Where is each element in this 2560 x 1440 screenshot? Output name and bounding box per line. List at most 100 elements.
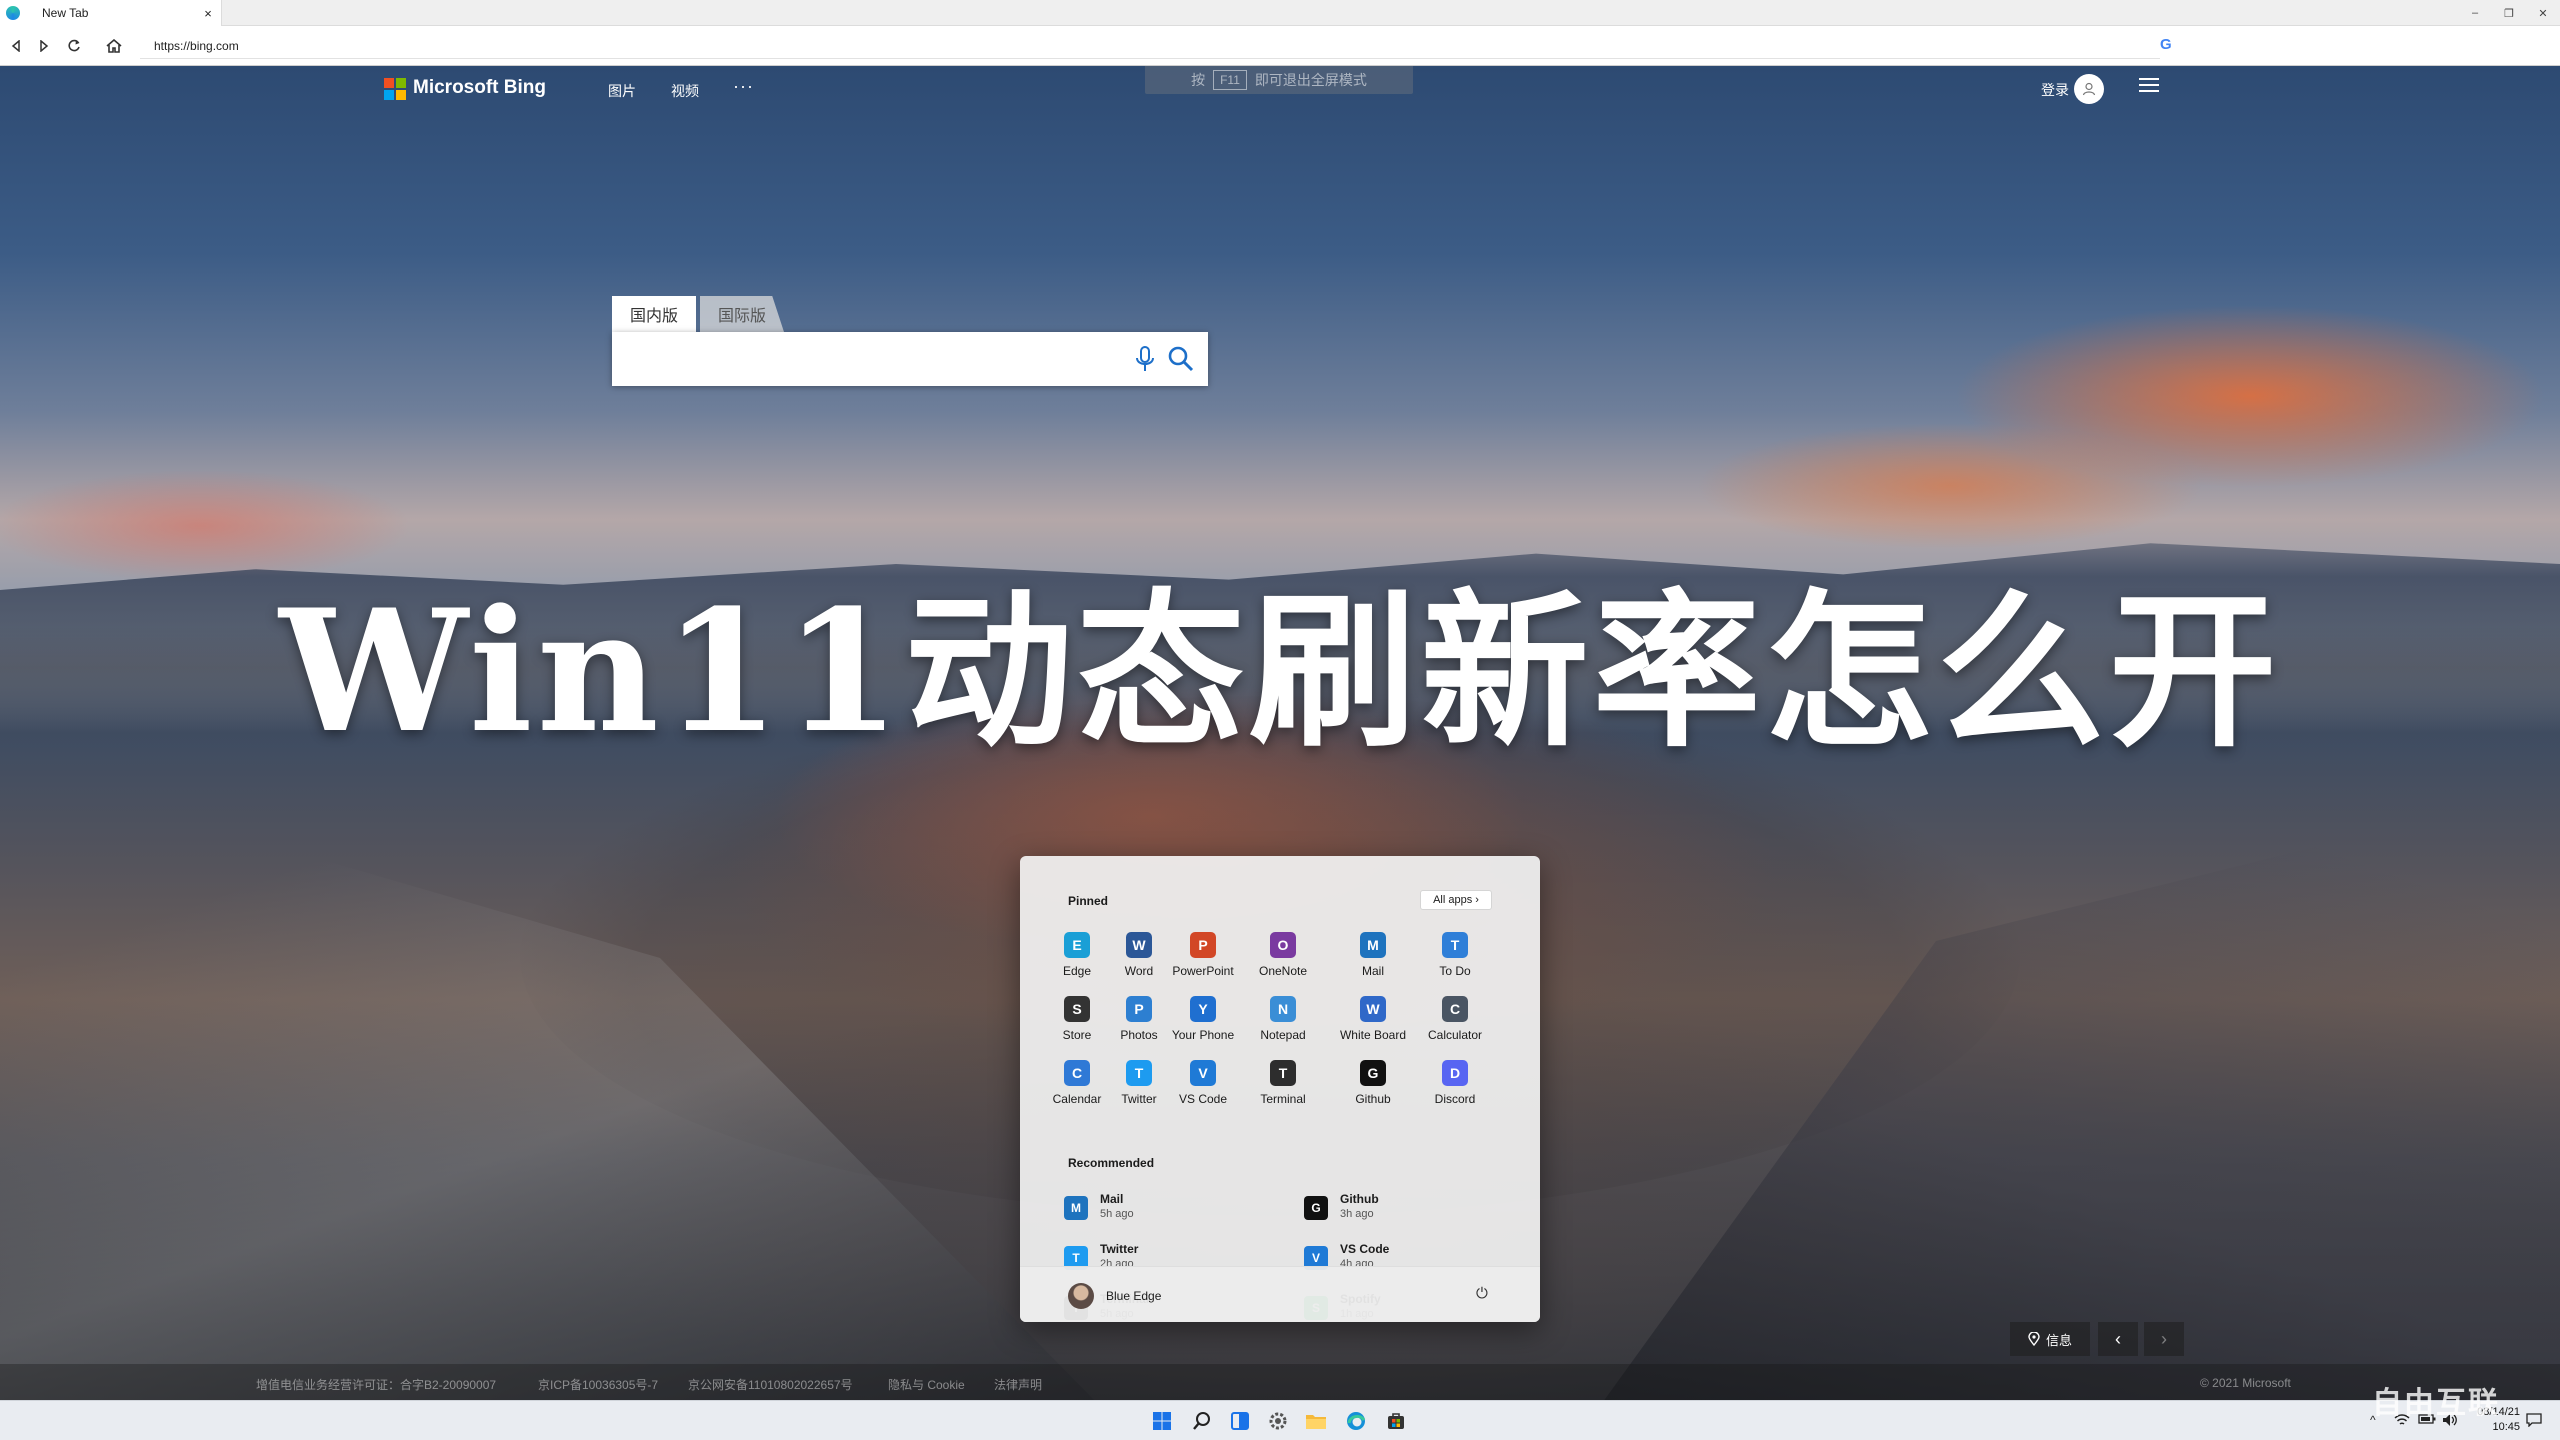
hamburger-menu-icon[interactable] [2138, 76, 2160, 98]
pinned-app-label: Calendar [1052, 1092, 1102, 1106]
recommended-item-name: Github [1340, 1192, 1379, 1206]
tab-title: New Tab [42, 6, 89, 20]
bing-homepage: Microsoft Bing 图片 视频 ··· 按 F11 即可退出全屏模式 … [0, 66, 2560, 1400]
settings-icon[interactable] [1264, 1407, 1292, 1435]
window-controls: – ❐ ✕ [2458, 0, 2560, 26]
pinned-app-white-board[interactable]: W White Board [1336, 996, 1410, 1056]
powerpoint-icon: P [1190, 932, 1216, 958]
google-icon[interactable]: G [2160, 36, 2172, 53]
pinned-app-onenote[interactable]: O OneNote [1246, 932, 1320, 992]
prev-image-button[interactable]: ‹ [2098, 1322, 2138, 1356]
footer-copyright: © 2021 Microsoft [2200, 1376, 2291, 1390]
taskbar-search-icon[interactable] [1188, 1407, 1216, 1435]
back-arrow-icon[interactable] [4, 34, 28, 58]
address-bar: https://bing.com G [0, 26, 2560, 66]
recommended-item-name: Mail [1100, 1192, 1124, 1206]
discord-icon: D [1442, 1060, 1468, 1086]
mail-icon: M [1360, 932, 1386, 958]
mail-icon: M [1064, 1196, 1088, 1220]
file-explorer-icon[interactable] [1302, 1407, 1330, 1435]
pinned-app-your-phone[interactable]: Y Your Phone [1152, 996, 1254, 1056]
pinned-app-notepad[interactable]: N Notepad [1246, 996, 1320, 1056]
recommended-item-name: VS Code [1340, 1242, 1390, 1256]
forward-arrow-icon[interactable] [32, 34, 56, 58]
notepad-icon: N [1270, 996, 1296, 1022]
terminal-icon: T [1270, 1060, 1296, 1086]
info-button[interactable]: 信息 [2010, 1322, 2090, 1356]
nav-videos-link[interactable]: 视频 [671, 81, 699, 101]
pinned-app-label: Notepad [1260, 1028, 1306, 1042]
pinned-app-powerpoint[interactable]: P PowerPoint [1152, 932, 1254, 992]
home-icon[interactable] [102, 34, 126, 58]
taskbar: ^ 08/14/21 10:45 [0, 1400, 2560, 1440]
pinned-app-label: Github [1355, 1092, 1391, 1106]
reload-icon[interactable] [62, 34, 86, 58]
pinned-app-label: Edge [1062, 964, 1092, 978]
user-avatar-icon[interactable] [2074, 74, 2104, 104]
tab-international[interactable]: 国际版 [700, 296, 784, 332]
minimize-button[interactable]: – [2458, 0, 2492, 26]
pinned-app-label: PowerPoint [1172, 964, 1234, 978]
pinned-app-label: Calculator [1427, 1028, 1483, 1042]
pinned-app-label: VS Code [1178, 1092, 1228, 1106]
all-apps-button[interactable]: All apps › [1420, 890, 1492, 910]
pinned-app-label: To Do [1439, 964, 1471, 978]
user-avatar[interactable] [1068, 1283, 1094, 1309]
store-icon[interactable] [1382, 1407, 1410, 1435]
footer-police-link[interactable]: 京公网安备11010802022657号 [688, 1376, 853, 1393]
close-window-button[interactable]: ✕ [2526, 0, 2560, 26]
url-field[interactable]: https://bing.com [140, 33, 2160, 59]
bing-brand[interactable]: Microsoft Bing [413, 77, 546, 99]
pinned-app-vs-code[interactable]: V VS Code [1152, 1060, 1254, 1120]
recommended-item-name: Twitter [1100, 1242, 1139, 1256]
pinned-app-github[interactable]: G Github [1336, 1060, 1410, 1120]
recommended-heading: Recommended [1068, 1156, 1155, 1170]
pinned-app-discord[interactable]: D Discord [1418, 1060, 1492, 1120]
notification-icon[interactable] [2526, 1413, 2542, 1430]
pinned-app-terminal[interactable]: T Terminal [1246, 1060, 1320, 1120]
start-menu-footer: Blue Edge ⏻ [1020, 1266, 1540, 1322]
whiteboard-icon: W [1360, 996, 1386, 1022]
search-icon[interactable] [1166, 344, 1196, 374]
tab-domestic[interactable]: 国内版 [612, 296, 696, 332]
search-input[interactable] [628, 346, 1108, 372]
edge-icon[interactable] [1342, 1407, 1370, 1435]
footer-license-link[interactable]: 增值电信业务经营许可证：合字B2-20090007 [256, 1376, 496, 1393]
recommended-item-time: 3h ago [1340, 1208, 1374, 1220]
pinned-heading: Pinned [1068, 894, 1109, 908]
browser-tabbar: New Tab × – ❐ ✕ [0, 0, 2560, 26]
info-label: 信息 [2045, 1332, 2072, 1348]
footer-privacy-link[interactable]: 隐私与 Cookie [888, 1376, 965, 1393]
fullscreen-hint: 按 F11 即可退出全屏模式 [1145, 66, 1413, 94]
signin-link[interactable]: 登录 [2041, 80, 2069, 100]
start-icon[interactable] [1148, 1407, 1176, 1435]
tab-close-icon[interactable]: × [199, 6, 217, 21]
power-icon[interactable]: ⏻ [1476, 1285, 1488, 1302]
phone-icon: Y [1190, 996, 1216, 1022]
pinned-app-to-do[interactable]: T To Do [1418, 932, 1492, 992]
logo-square-yellow [396, 90, 406, 100]
pinned-app-label: Discord [1434, 1092, 1476, 1106]
pinned-app-calculator[interactable]: C Calculator [1418, 996, 1492, 1056]
next-image-button[interactable]: › [2144, 1322, 2184, 1356]
pinned-app-label: Mail [1361, 964, 1384, 978]
pinned-app-mail[interactable]: M Mail [1336, 932, 1410, 992]
calendar-icon: C [1064, 1060, 1090, 1086]
microsoft-logo-icon[interactable] [384, 78, 406, 100]
logo-square-red [384, 78, 394, 88]
start-menu: Pinned All apps › E Edge W Word P PowerPoint O… [1020, 856, 1540, 1322]
nav-more-icon[interactable]: ··· [733, 76, 754, 97]
github-icon: G [1304, 1196, 1328, 1220]
pinned-app-label: Word [1124, 964, 1154, 978]
browser-tab[interactable]: New Tab × [0, 0, 222, 26]
microphone-icon[interactable] [1132, 344, 1158, 374]
watermark-logo: 自由互联 [2372, 1386, 2500, 1421]
recommended-item-github[interactable]: G Github 3h ago [1304, 1192, 1504, 1232]
widgets-icon[interactable] [1226, 1407, 1254, 1435]
recommended-item-mail[interactable]: M Mail 5h ago [1064, 1192, 1264, 1232]
user-name[interactable]: Blue Edge [1106, 1289, 1161, 1303]
footer-legal-link[interactable]: 法律声明 [994, 1376, 1042, 1393]
nav-images-link[interactable]: 图片 [608, 81, 636, 101]
maximize-button[interactable]: ❐ [2492, 0, 2526, 26]
footer-icp-link[interactable]: 京ICP备10036305号-7 [538, 1376, 658, 1393]
